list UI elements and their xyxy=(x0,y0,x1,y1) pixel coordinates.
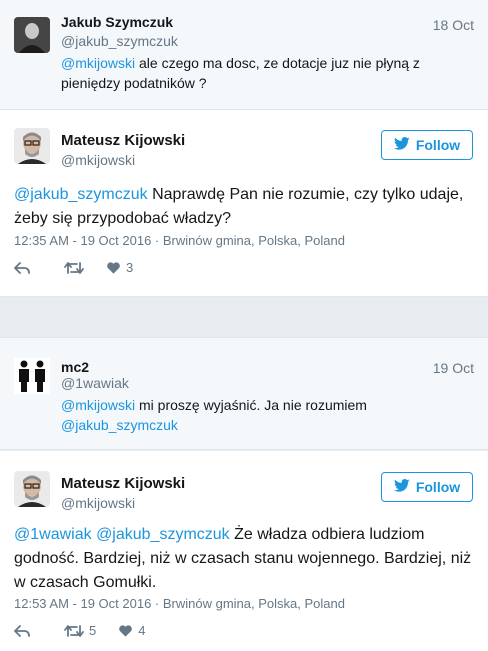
retweet-action[interactable]: 5 xyxy=(64,623,96,638)
author-name[interactable]: Jakub Szymczuk xyxy=(61,14,173,30)
twitter-bird-icon xyxy=(393,137,410,153)
tweet-main-kijowski-2: Mateusz Kijowski @mkijowski Follow @1waw… xyxy=(0,451,488,651)
like-count: 3 xyxy=(126,260,134,275)
retweet-count: 5 xyxy=(89,623,97,638)
heart-icon xyxy=(106,261,121,275)
author-name[interactable]: Mateusz Kijowski xyxy=(61,475,185,492)
mention-link[interactable]: @jakub_szymczuk xyxy=(14,186,148,203)
tweet-reply-mc2[interactable]: mc2 @1wawiak 19 Oct @mkijowski mi proszę… xyxy=(0,337,488,450)
tweet-text: @mkijowski mi proszę wyjaśnić. Ja nie ro… xyxy=(61,397,367,433)
tweet-text: @1wawiak @jakub_szymczuk Że władza odbie… xyxy=(14,526,472,591)
tweet-reply-jakub[interactable]: Jakub Szymczuk @jakub_szymczuk 18 Oct @m… xyxy=(0,0,488,110)
author-name[interactable]: Mateusz Kijowski xyxy=(61,132,185,149)
tweet-meta[interactable]: 12:35 AM - 19 Oct 2016 · Brwinów gmina, … xyxy=(14,233,345,248)
tweet-text: @mkijowski ale czego ma dosc, ze dotacje… xyxy=(61,55,420,91)
follow-button[interactable]: Follow xyxy=(381,472,473,502)
tweet-text: @jakub_szymczuk Naprawdę Pan nie rozumie… xyxy=(14,186,464,227)
avatar[interactable] xyxy=(14,471,50,507)
tweet-actions: 5 4 xyxy=(14,623,167,638)
tweet-date[interactable]: 19 Oct xyxy=(433,360,474,376)
tweet-main-kijowski: Mateusz Kijowski @mkijowski Follow @jaku… xyxy=(0,110,488,297)
reply-icon xyxy=(14,624,30,638)
mention-link[interactable]: @1wawiak xyxy=(14,526,92,543)
author-handle[interactable]: @jakub_szymczuk xyxy=(61,33,178,49)
mention-link[interactable]: @jakub_szymczuk xyxy=(96,526,230,543)
mention-link[interactable]: @mkijowski xyxy=(61,397,135,413)
heart-icon xyxy=(118,624,133,638)
like-action[interactable]: 3 xyxy=(106,260,133,275)
retweet-icon xyxy=(64,624,84,638)
mention-link[interactable]: @jakub_szymczuk xyxy=(61,417,178,433)
tweet-date[interactable]: 18 Oct xyxy=(433,17,474,33)
reply-icon xyxy=(14,261,30,275)
retweet-icon xyxy=(64,261,84,275)
reply-action[interactable] xyxy=(14,261,30,275)
retweet-action[interactable] xyxy=(64,261,84,275)
author-handle[interactable]: @mkijowski xyxy=(61,495,135,511)
follow-button[interactable]: Follow xyxy=(381,130,473,160)
like-count: 4 xyxy=(138,623,146,638)
avatar[interactable] xyxy=(14,128,50,164)
avatar[interactable] xyxy=(14,358,50,394)
mention-link[interactable]: @mkijowski xyxy=(61,55,135,71)
tweet-meta[interactable]: 12:53 AM - 19 Oct 2016 · Brwinów gmina, … xyxy=(14,596,345,611)
avatar[interactable] xyxy=(14,17,50,53)
author-name[interactable]: mc2 xyxy=(61,359,89,375)
twitter-bird-icon xyxy=(393,479,410,495)
author-handle[interactable]: @1wawiak xyxy=(61,375,129,391)
like-action[interactable]: 4 xyxy=(118,623,145,638)
tweet-actions: 3 xyxy=(14,260,155,275)
reply-action[interactable] xyxy=(14,624,30,638)
author-handle[interactable]: @mkijowski xyxy=(61,152,135,168)
